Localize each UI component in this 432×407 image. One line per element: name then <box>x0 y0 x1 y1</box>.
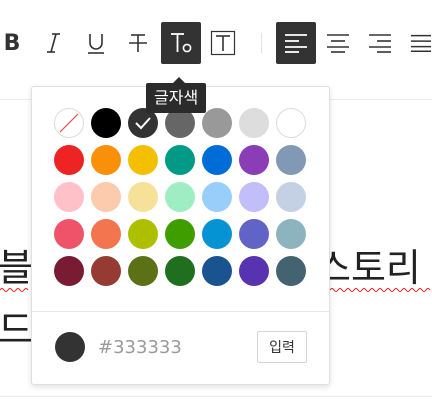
align-right-icon <box>369 34 391 53</box>
color-swatch[interactable] <box>239 145 269 175</box>
color-swatch[interactable] <box>276 256 306 286</box>
strikethrough-button[interactable] <box>118 22 158 64</box>
color-swatch[interactable] <box>239 108 269 138</box>
align-center-button[interactable] <box>318 22 358 64</box>
italic-icon <box>47 33 60 53</box>
underline-button[interactable] <box>76 22 116 64</box>
color-swatch[interactable] <box>165 256 195 286</box>
spellcheck-underline <box>330 288 431 292</box>
align-center-icon <box>327 34 349 53</box>
color-swatch[interactable] <box>276 219 306 249</box>
apply-color-button[interactable]: 입력 <box>257 331 307 363</box>
hex-color-input[interactable] <box>98 333 248 361</box>
color-swatch[interactable] <box>202 219 232 249</box>
color-swatch[interactable] <box>128 219 158 249</box>
color-swatch[interactable] <box>202 108 232 138</box>
text-background-button[interactable] <box>203 22 243 64</box>
color-swatch[interactable] <box>165 219 195 249</box>
color-swatch[interactable] <box>128 256 158 286</box>
align-justify-button[interactable] <box>400 22 432 64</box>
color-swatch[interactable] <box>91 182 121 212</box>
color-swatch[interactable] <box>276 108 306 138</box>
color-swatch[interactable] <box>54 182 84 212</box>
color-swatch[interactable] <box>165 145 195 175</box>
text-background-icon <box>210 30 236 56</box>
color-picker-popover: 입력 <box>31 86 330 385</box>
strikethrough-icon <box>129 34 147 52</box>
bold-icon: B <box>3 30 21 56</box>
color-swatch[interactable] <box>91 108 121 138</box>
text-color-tooltip: 글자색 <box>146 77 207 113</box>
align-left-button[interactable] <box>276 22 316 64</box>
toolbar-separator <box>261 33 262 53</box>
color-swatch[interactable] <box>54 145 84 175</box>
color-swatch[interactable] <box>91 256 121 286</box>
document-text[interactable]: 스토리 <box>316 246 421 290</box>
color-swatch[interactable] <box>54 219 84 249</box>
align-right-button[interactable] <box>360 22 400 64</box>
color-swatch[interactable] <box>276 182 306 212</box>
color-swatch[interactable] <box>202 182 232 212</box>
no-color-swatch[interactable] <box>54 108 84 138</box>
text-color-icon <box>171 33 192 53</box>
spellcheck-underline <box>0 288 29 292</box>
document-text[interactable]: 드 <box>0 308 33 352</box>
color-swatch[interactable] <box>276 145 306 175</box>
bold-button[interactable]: B <box>0 22 32 64</box>
color-swatch[interactable] <box>239 219 269 249</box>
align-left-icon <box>285 34 307 53</box>
editor-toolbar: B <box>0 0 432 88</box>
editor-bottom-border <box>0 396 432 397</box>
text-color-button[interactable] <box>161 22 201 64</box>
color-swatch[interactable] <box>202 145 232 175</box>
color-swatch[interactable] <box>91 219 121 249</box>
underline-icon <box>88 34 104 54</box>
color-picker-divider <box>32 311 329 312</box>
color-swatch[interactable] <box>239 182 269 212</box>
current-color-preview <box>55 332 85 362</box>
document-text[interactable]: 블 <box>0 246 33 290</box>
color-swatch[interactable] <box>128 145 158 175</box>
align-justify-icon <box>410 34 432 52</box>
color-swatch[interactable] <box>128 182 158 212</box>
color-swatch[interactable] <box>202 256 232 286</box>
color-swatch[interactable] <box>91 145 121 175</box>
color-swatch[interactable] <box>54 256 84 286</box>
color-swatch[interactable] <box>165 182 195 212</box>
color-swatch[interactable] <box>239 256 269 286</box>
italic-button[interactable] <box>34 22 74 64</box>
